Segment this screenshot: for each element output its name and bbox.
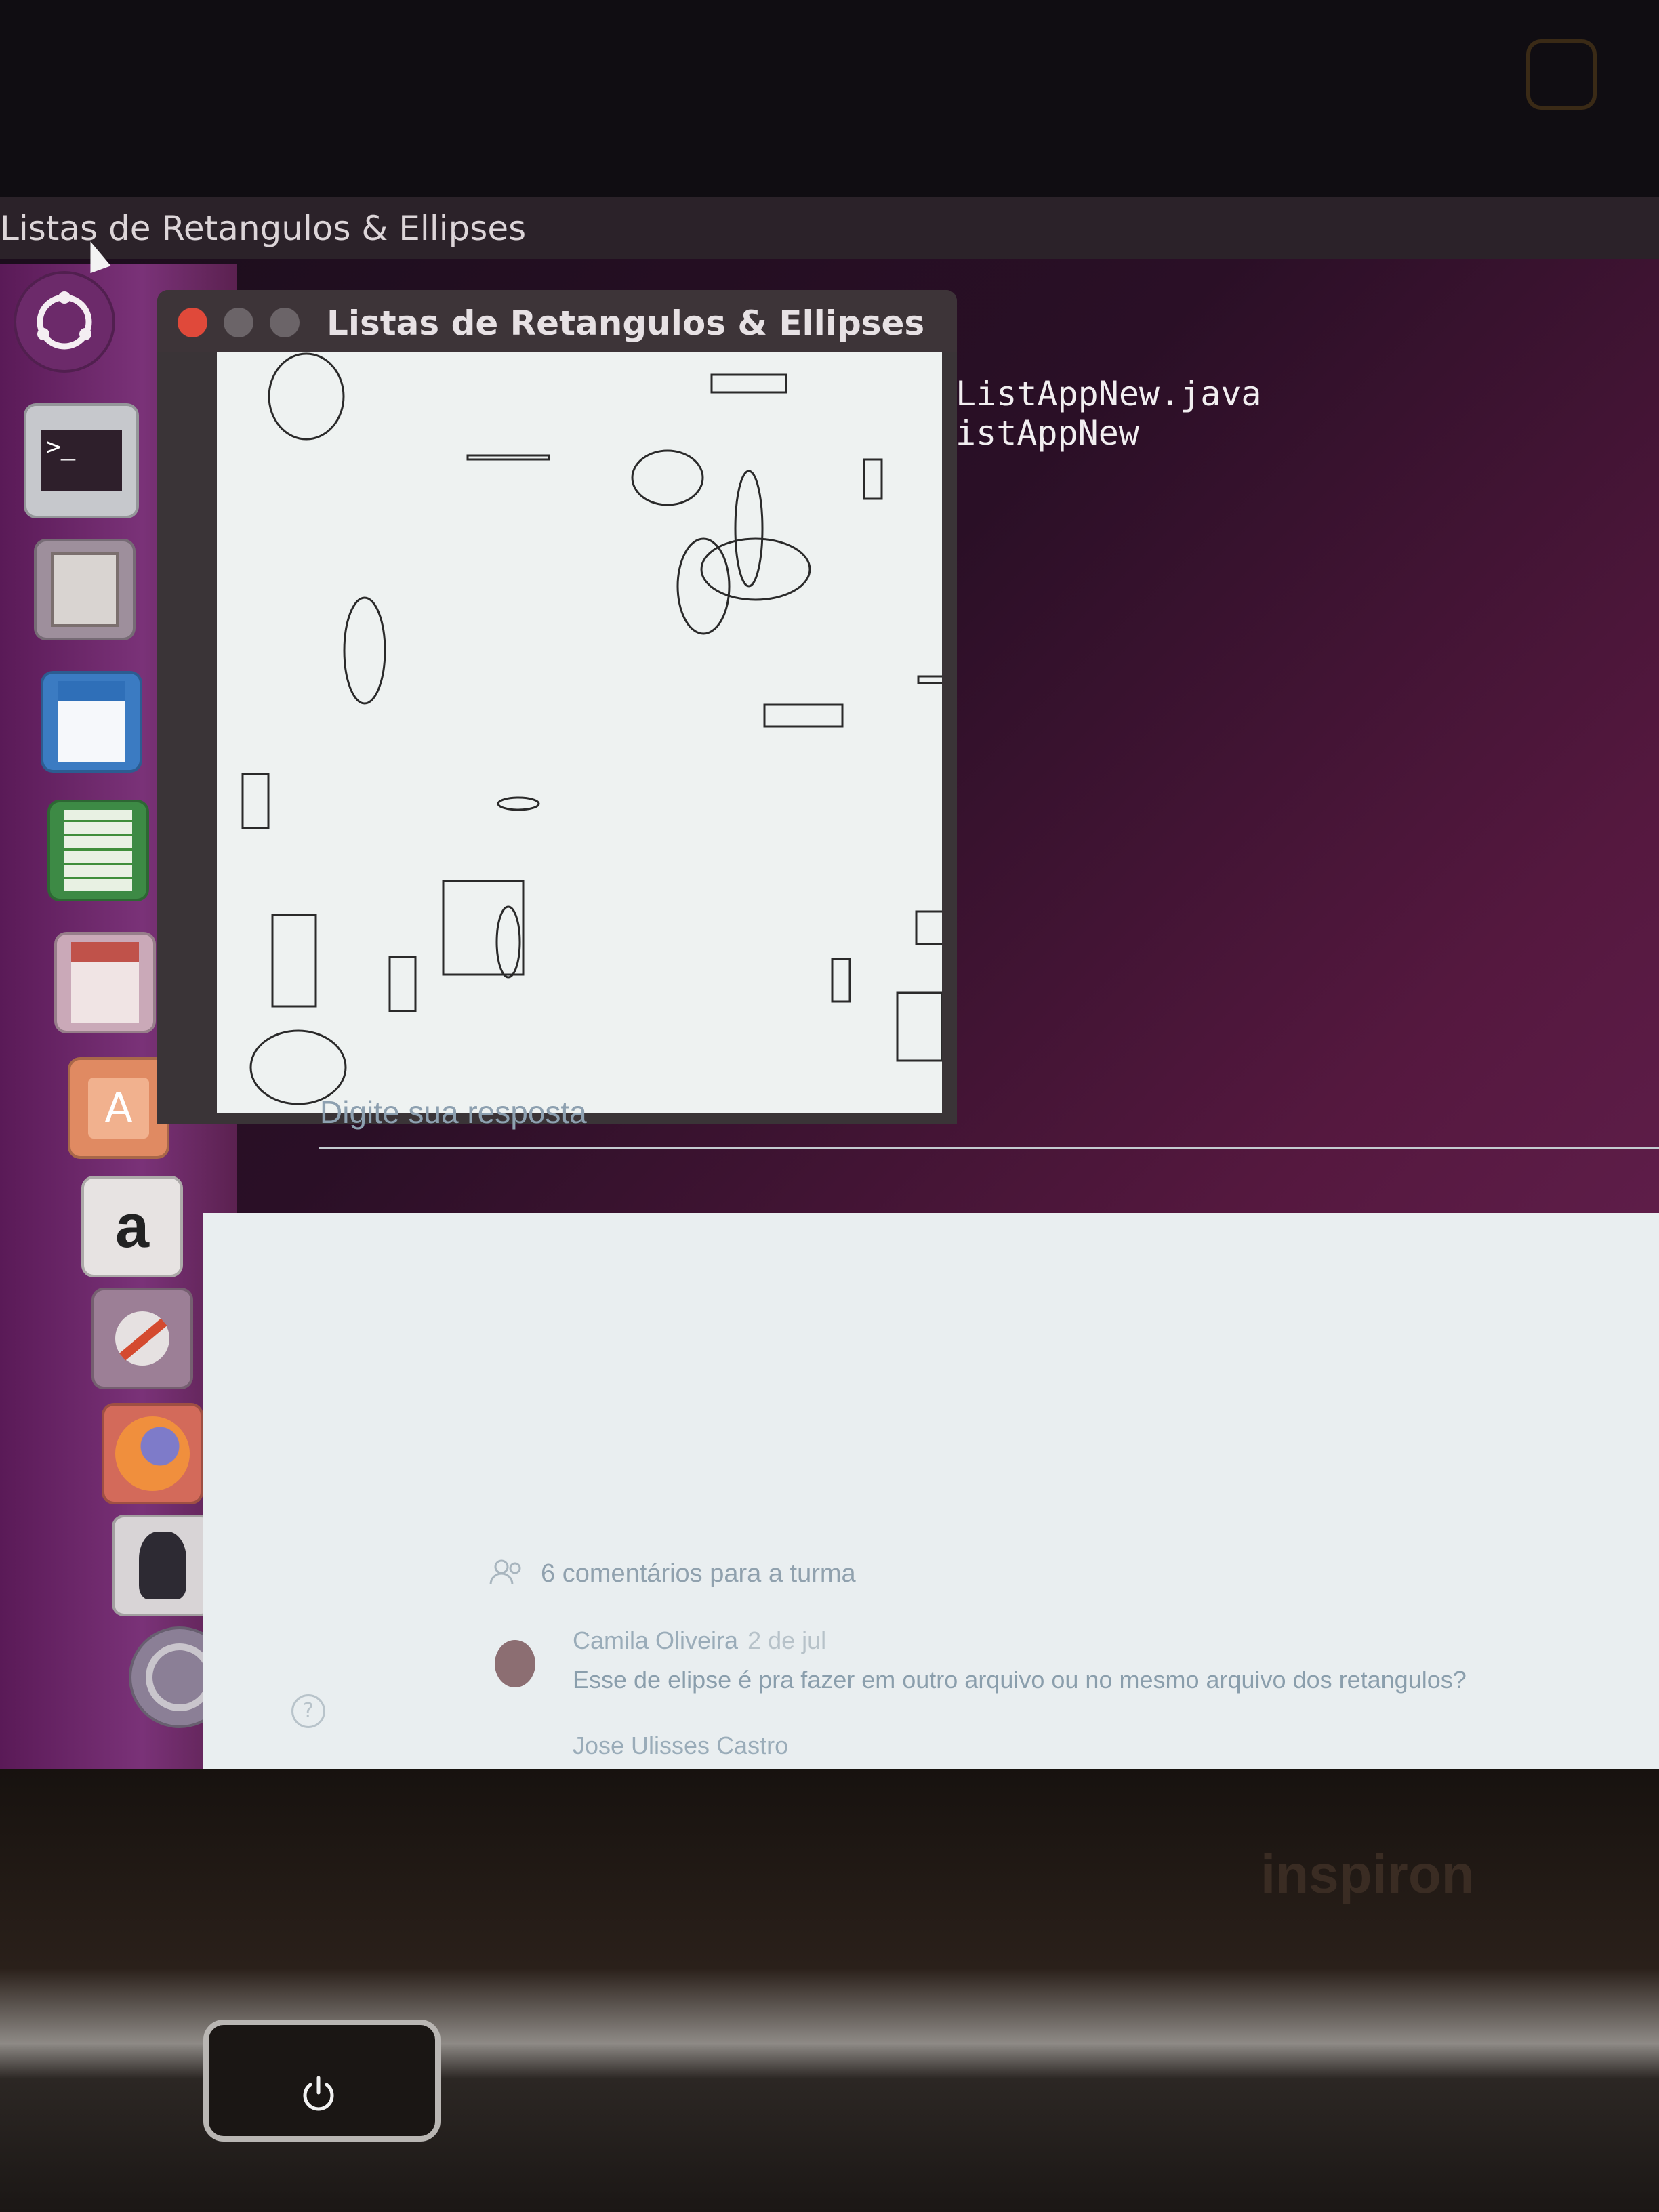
ellipse-shape [631,449,704,506]
active-window-title: Listas de Retangulos & Ellipses [0,209,527,248]
comment-date: 2 de jul [747,1626,827,1654]
ellipse-shape [343,596,386,705]
file-cabinet-icon[interactable] [34,539,136,640]
avatar [495,1640,535,1687]
top-panel: Listas de Retangulos & Ellipses [0,197,1659,259]
power-icon [303,2076,334,2111]
terminal-line: ListAppNew.java [956,374,1262,413]
people-icon [488,1559,526,1589]
comments-count: 6 comentários para a turma [541,1559,856,1588]
ellipse-shape [495,905,521,979]
writer-document-icon[interactable] [41,671,142,773]
java-duke-icon[interactable] [112,1515,213,1616]
webcam-icon [1526,39,1597,110]
spreadsheet-icon[interactable] [47,800,149,901]
window-title: Listas de Retangulos & Ellipses [327,304,925,343]
laptop-bottom-bezel: inspiron [0,1769,1659,2212]
ellipse-shape [734,470,764,588]
comment-author: Jose Ulisses Castro [573,1732,789,1759]
maximize-icon[interactable] [270,308,300,337]
comment-author-line: Camila Oliveira 2 de jul [573,1626,826,1655]
ubuntu-logo-icon[interactable] [14,271,115,373]
rectangle-shape [241,773,270,830]
rectangle-shape [863,458,883,500]
shopping-bag-icon[interactable]: A [68,1057,169,1159]
rectangle-shape [763,703,844,728]
terminal-icon[interactable]: >_ [24,403,139,518]
help-icon[interactable]: ? [291,1694,325,1728]
presentation-icon[interactable] [54,932,156,1033]
desktop-screen: Listas de Retangulos & Ellipses ListAppN… [0,197,1659,1769]
rectangle-shape [896,991,942,1062]
ellipse-shape [497,796,540,811]
rectangle-shape [388,956,417,1012]
java-app-window: Listas de Retangulos & Ellipses [157,290,957,1124]
rectangle-shape [466,454,550,461]
drawing-canvas[interactable] [217,352,942,1113]
rectangle-shape [271,914,317,1008]
settings-wrench-icon[interactable] [91,1288,193,1389]
window-titlebar[interactable]: Listas de Retangulos & Ellipses [157,290,957,352]
rectangle-shape [917,675,942,684]
rectangle-shape [442,880,525,976]
close-icon[interactable] [178,308,207,337]
comment-text: Esse de elipse é pra fazer em outro arqu… [573,1666,1467,1694]
comment-author: Camila Oliveira [573,1626,739,1654]
laptop-top-bezel [0,0,1659,203]
rectangle-shape [915,910,942,945]
rectangle-shape [831,958,851,1003]
shapes-drawing [241,352,942,1105]
minimize-icon[interactable] [224,308,253,337]
ellipse-shape [268,352,345,441]
rectangle-shape [710,373,787,394]
terminal-output: ListAppNew.java istAppNew [956,374,1262,453]
brand-label: inspiron [1261,1844,1475,1904]
ellipse-shape [676,537,731,635]
terminal-line: istAppNew [956,413,1139,453]
class-comments-header[interactable]: 6 comentários para a turma [488,1559,856,1589]
reply-input[interactable] [319,1078,1659,1149]
firefox-icon[interactable] [102,1403,203,1504]
amazon-icon[interactable]: a [81,1176,183,1277]
